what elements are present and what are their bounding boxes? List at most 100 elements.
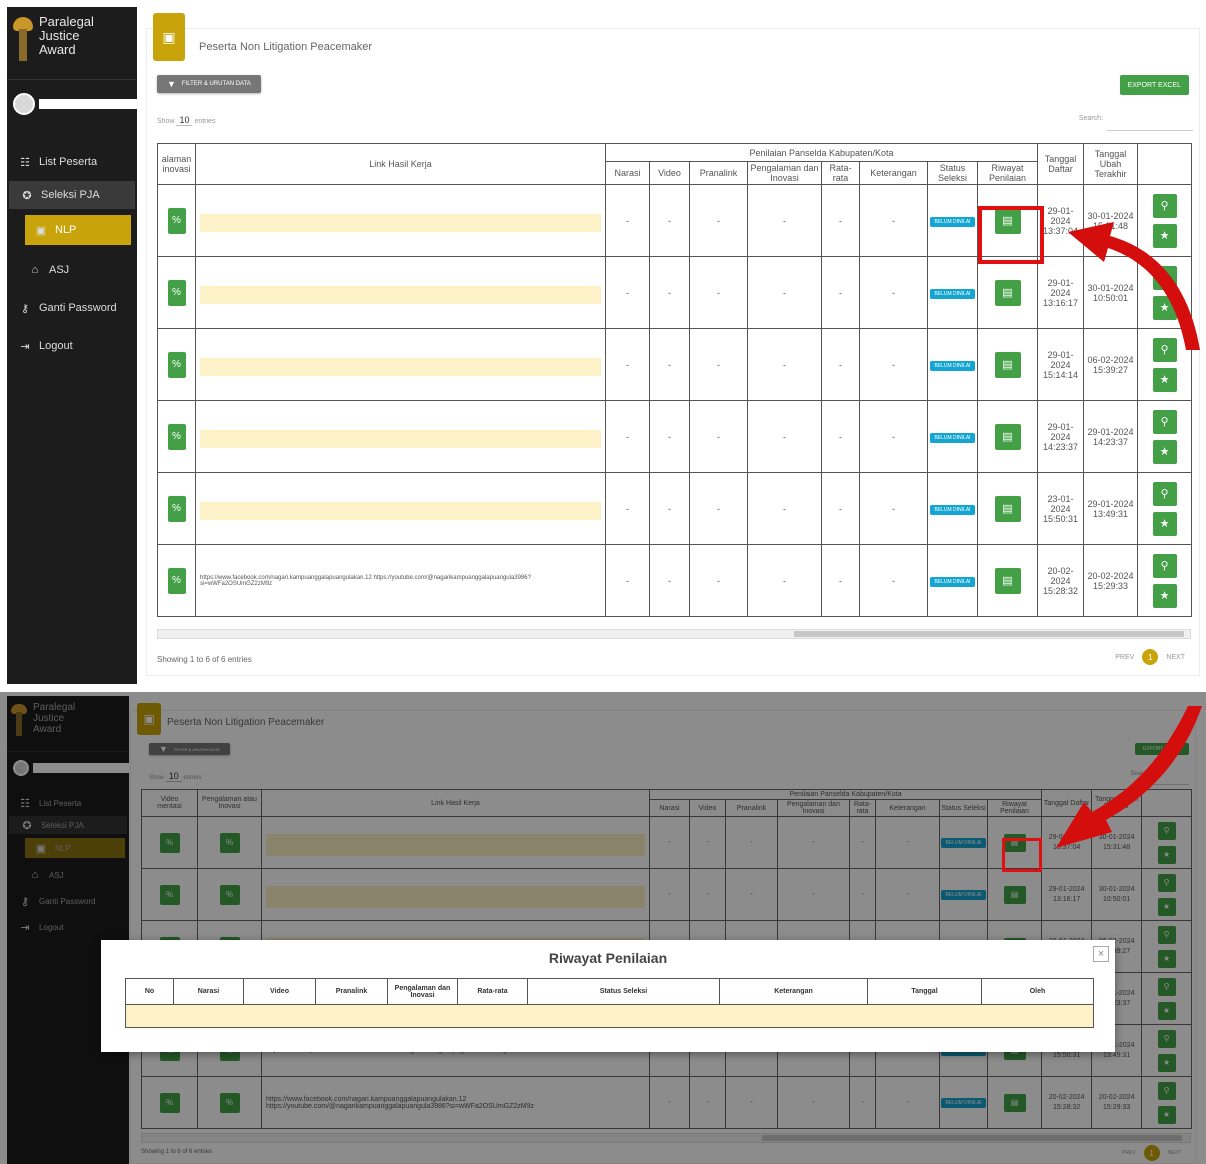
link-icon[interactable]: % xyxy=(167,423,186,450)
status-badge: BELUM DINILAI xyxy=(930,504,975,515)
cell-status: BELUM DINILAI xyxy=(927,256,978,329)
cell-score: - xyxy=(649,472,690,545)
col-pengalaman[interactable]: alaman inovasi xyxy=(157,143,196,185)
modal-title: Riwayat Penilaian xyxy=(548,950,668,966)
riwayat-header-row: No Narasi Video Pranalink Pengalaman dan Ino… xyxy=(125,978,1094,1005)
sidebar-item-seleksi-pja[interactable]: ✪ Seleksi PJA xyxy=(9,181,135,209)
horizontal-scrollbar[interactable] xyxy=(157,629,1191,639)
view-detail-button[interactable]: ⚲ xyxy=(1152,481,1177,506)
cell-actions: ⚲★ xyxy=(1137,544,1192,617)
cell-score: - xyxy=(605,328,650,401)
link-icon[interactable]: % xyxy=(167,351,186,378)
scrollbar-thumb[interactable] xyxy=(794,631,1184,637)
screenshot-table-view: Paralegal Justice Award ☷ List Peserta ✪ S… xyxy=(0,0,1206,684)
sidebar-item-logout[interactable]: ⇥ Logout xyxy=(7,327,137,365)
riwayat-col[interactable]: Rata-rata xyxy=(457,978,528,1005)
cell-score: - xyxy=(747,256,822,329)
view-detail-button[interactable]: ⚲ xyxy=(1152,553,1177,578)
col-pranalink[interactable]: Pranalink xyxy=(689,161,748,185)
filter-button[interactable]: ▼ FILTER & URUTAN DATA xyxy=(157,75,261,93)
page-1-button[interactable]: 1 xyxy=(1142,649,1159,665)
page-title: Peserta Non Litigation Peacemaker xyxy=(199,41,373,53)
document-icon: ▤ xyxy=(1002,359,1013,371)
riwayat-col[interactable]: Status Seleksi xyxy=(527,978,720,1005)
cell-riwayat: ▤ xyxy=(977,256,1038,329)
col-rata-rata[interactable]: Rata-rata xyxy=(821,161,860,185)
modal-backdrop[interactable] xyxy=(0,692,1206,1164)
rate-button[interactable]: ★ xyxy=(1152,583,1177,608)
cell-score: - xyxy=(821,328,860,401)
cell-actions: ⚲★ xyxy=(1137,400,1192,473)
link-icon[interactable]: % xyxy=(167,495,186,522)
cell-doc-link: % xyxy=(157,544,196,617)
cell-tanggal-daftar: 20-02-2024 15:28:32 xyxy=(1037,544,1084,617)
sidebar-item-ganti-password[interactable]: ⚷ Ganti Password xyxy=(7,289,137,327)
showing-entries-text: Showing 1 to 6 of 6 entries xyxy=(157,655,252,664)
riwayat-penilaian-button[interactable]: ▤ xyxy=(994,567,1021,594)
riwayat-col[interactable]: Pengalaman dan Inovasi xyxy=(387,978,458,1005)
prev-button[interactable]: PREV xyxy=(1115,654,1134,661)
cell-score: - xyxy=(649,400,690,473)
show-entries: Show 10 entries xyxy=(157,115,216,126)
riwayat-penilaian-button[interactable]: ▤ xyxy=(994,423,1021,450)
avatar xyxy=(13,93,35,115)
link-icon[interactable]: % xyxy=(167,567,186,594)
cell-score: - xyxy=(821,256,860,329)
search-input[interactable] xyxy=(1107,119,1193,131)
cell-score: - xyxy=(605,472,650,545)
search-label: Search: xyxy=(1078,115,1103,122)
close-icon[interactable]: × xyxy=(1093,946,1109,962)
sidebar-item-list-peserta[interactable]: ☷ List Peserta xyxy=(7,143,137,181)
link-icon[interactable]: % xyxy=(167,207,186,234)
riwayat-penilaian-button[interactable]: ▤ xyxy=(994,495,1021,522)
cell-score: - xyxy=(821,400,860,473)
rate-button[interactable]: ★ xyxy=(1152,511,1177,536)
riwayat-col[interactable]: Video xyxy=(243,978,316,1005)
app-logo[interactable]: Paralegal Justice Award xyxy=(7,7,137,80)
riwayat-col[interactable]: No xyxy=(125,978,174,1005)
cell-score: - xyxy=(747,544,822,617)
cell-score: - xyxy=(859,256,928,329)
document-icon: ▤ xyxy=(1002,575,1013,587)
riwayat-col[interactable]: Narasi xyxy=(173,978,244,1005)
document-icon: ▤ xyxy=(1002,431,1013,443)
card-icon: ▣ xyxy=(35,224,47,237)
col-keterangan[interactable]: Keterangan xyxy=(859,161,928,185)
riwayat-col[interactable]: Pranalink xyxy=(315,978,388,1005)
export-excel-button[interactable]: EXPORT EXCEL xyxy=(1119,75,1189,95)
rate-button[interactable]: ★ xyxy=(1152,367,1177,392)
cell-score: - xyxy=(821,472,860,545)
col-video[interactable]: Video xyxy=(649,161,690,185)
col-link-hasil-kerja[interactable]: Link Hasil Kerja xyxy=(195,143,606,185)
cell-doc-link: % xyxy=(157,472,196,545)
cell-status: BELUM DINILAI xyxy=(927,472,978,545)
col-pengalaman-inovasi[interactable]: Pengalaman dan Inovasi xyxy=(747,161,822,185)
col-tanggal-ubah[interactable]: Tanggal Ubah Terakhir xyxy=(1083,143,1138,185)
sidebar-item-nlp[interactable]: ▣ NLP xyxy=(25,215,131,245)
col-narasi[interactable]: Narasi xyxy=(605,161,650,185)
riwayat-col[interactable]: Keterangan xyxy=(719,978,868,1005)
link-icon[interactable]: % xyxy=(167,279,186,306)
cell-riwayat: ▤ xyxy=(977,400,1038,473)
col-tanggal-daftar[interactable]: Tanggal Daftar xyxy=(1037,143,1084,185)
cell-doc-link: % xyxy=(157,400,196,473)
entries-select[interactable]: 10 xyxy=(176,115,193,126)
cell-score: - xyxy=(605,184,650,257)
col-riwayat-penilaian[interactable]: Riwayat Penilaian xyxy=(977,161,1038,185)
cell-link-hasil-kerja xyxy=(195,184,606,257)
next-button[interactable]: NEXT xyxy=(1166,654,1185,661)
cell-status: BELUM DINILAI xyxy=(927,400,978,473)
link-text[interactable]: https://www.facebook.com/nagari.kampuang… xyxy=(200,575,531,587)
cell-doc-link: % xyxy=(157,184,196,257)
redacted-link xyxy=(200,285,601,304)
rate-button[interactable]: ★ xyxy=(1152,439,1177,464)
cell-score: - xyxy=(605,544,650,617)
riwayat-penilaian-button[interactable]: ▤ xyxy=(994,351,1021,378)
col-status-seleksi[interactable]: Status Seleksi xyxy=(927,161,978,185)
riwayat-col[interactable]: Tanggal xyxy=(867,978,982,1005)
riwayat-penilaian-button[interactable]: ▤ xyxy=(994,279,1021,306)
riwayat-col[interactable]: Oleh xyxy=(981,978,1094,1005)
view-detail-button[interactable]: ⚲ xyxy=(1152,409,1177,434)
user-profile[interactable] xyxy=(7,93,137,115)
sidebar-item-asj[interactable]: ⌂ ASJ xyxy=(7,251,137,289)
